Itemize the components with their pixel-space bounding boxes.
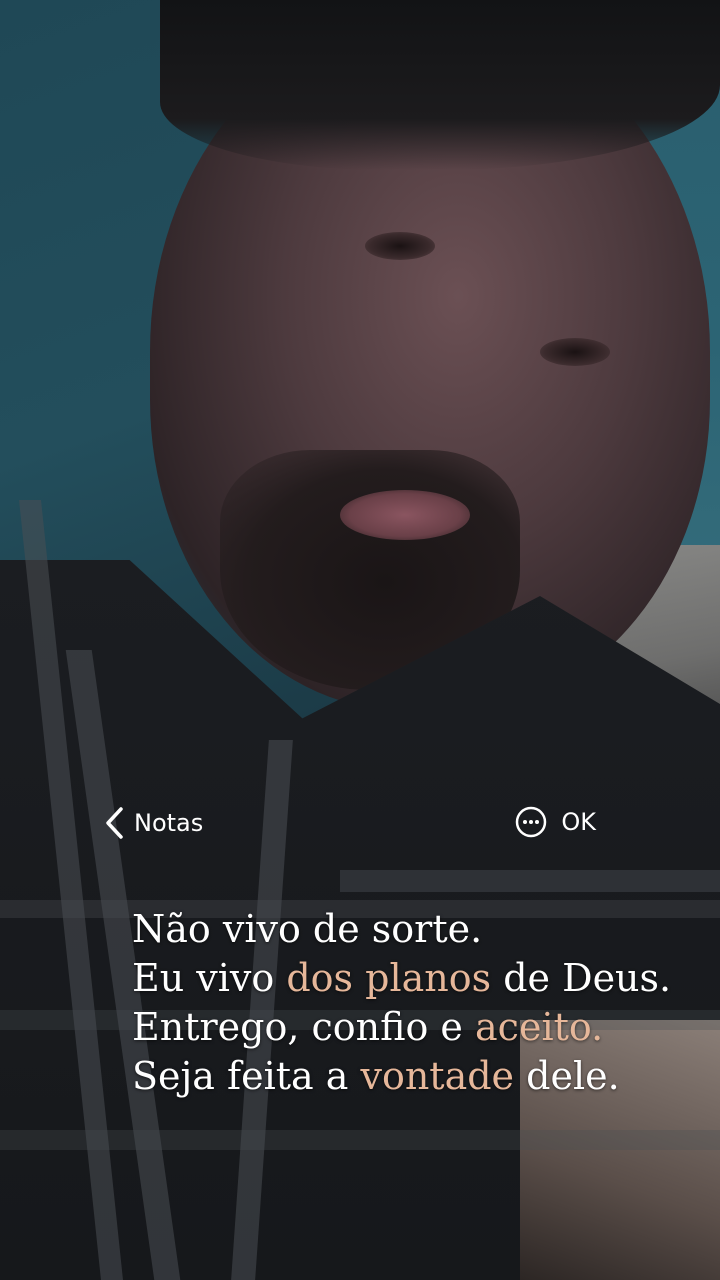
note-plain-text: dele.: [514, 1054, 620, 1098]
note-plain-text: de Deus.: [491, 956, 672, 1000]
more-icon[interactable]: [515, 806, 547, 838]
chevron-left-icon: [104, 806, 126, 840]
person-mouth: [340, 490, 470, 540]
back-button[interactable]: Notas: [104, 806, 203, 840]
note-text[interactable]: Não vivo de sorte. Eu vivo dos planos de …: [132, 905, 692, 1101]
note-plain-text: Não vivo de sorte.: [132, 907, 483, 951]
header-actions: OK: [515, 806, 596, 838]
person-eye-right: [540, 338, 610, 366]
notes-header: Notas OK: [104, 800, 596, 848]
person-hair: [160, 0, 720, 170]
back-label: Notas: [134, 809, 204, 837]
note-line: Eu vivo dos planos de Deus.: [132, 954, 692, 1003]
note-plain-text: Eu vivo: [132, 956, 287, 1000]
note-plain-text: Seja feita a: [132, 1054, 361, 1098]
shirt-stripe: [340, 870, 720, 892]
note-line: Entrego, confio e aceito.: [132, 1003, 692, 1052]
note-line: Não vivo de sorte.: [132, 905, 692, 954]
note-highlight-text: dos planos: [286, 956, 492, 1000]
notes-photo-screen: Notas OK Não vivo de sorte. Eu vivo dos p…: [0, 0, 720, 1280]
note-highlight-text: aceito.: [475, 1005, 604, 1049]
note-plain-text: Entrego, confio e: [132, 1005, 476, 1049]
shirt-stripe: [0, 1130, 720, 1150]
note-highlight-text: vontade: [360, 1054, 515, 1098]
person-eye-left: [365, 232, 435, 260]
note-line: Seja feita a vontade dele.: [132, 1052, 692, 1101]
ok-button[interactable]: OK: [561, 808, 596, 836]
